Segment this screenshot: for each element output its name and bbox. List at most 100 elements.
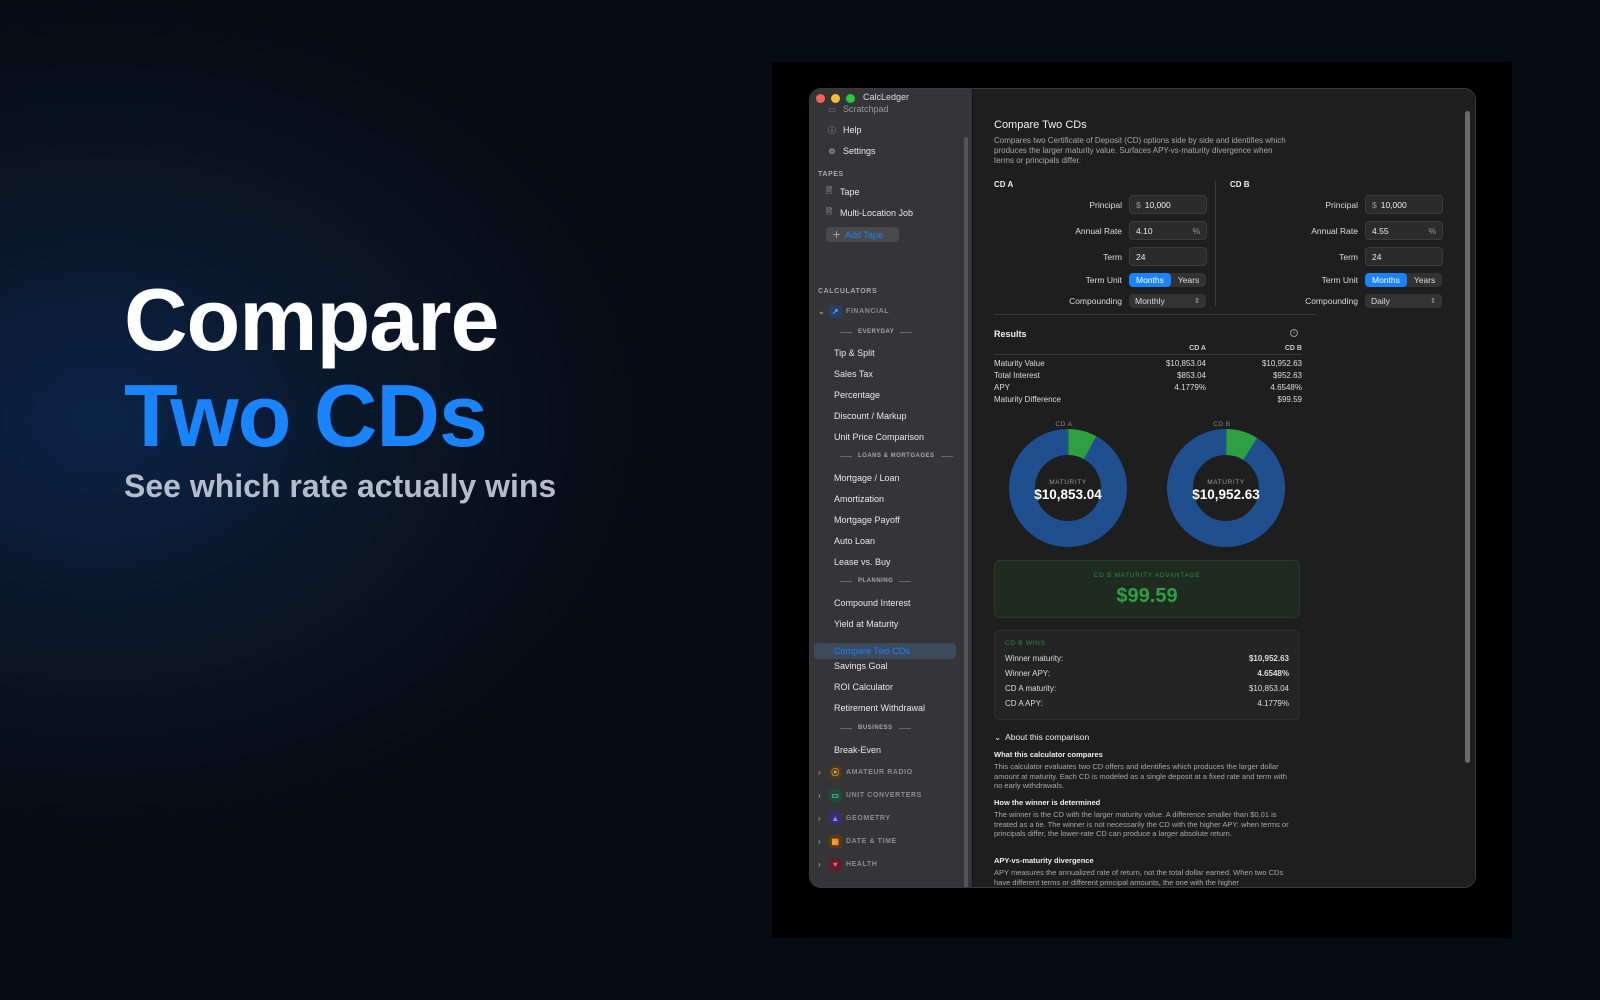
hero-tagline: See which rate actually wins [124, 468, 557, 504]
cd-b-rate-field[interactable]: 4.55% [1365, 221, 1443, 240]
about-heading-1: What this calculator compares [994, 750, 1103, 759]
sidebar-item-tip-split[interactable]: Tip & Split [834, 348, 875, 358]
sidebar-item-settings[interactable]: ⚙ Settings [827, 146, 875, 156]
group-health[interactable]: › ♥ HEALTH [818, 858, 877, 871]
cd-b-compounding-select[interactable]: Daily ⇕ [1365, 294, 1442, 308]
cd-a-term-field[interactable]: 24 [1129, 247, 1207, 266]
sidebar-item-amortization[interactable]: Amortization [834, 494, 884, 504]
scratchpad-icon: ▭ [828, 104, 836, 114]
winner-label: CD B WINS [1005, 640, 1046, 647]
list-item: Winner APY: 4.6548% [1005, 669, 1289, 678]
about-paragraph-2: The winner is the CD with the larger mat… [994, 810, 1289, 838]
cd-a-term-unit-segmented[interactable]: Months Years [1129, 273, 1207, 287]
cd-b-principal-field[interactable]: $10,000 [1365, 195, 1443, 214]
page-title: Compare Two CDs [994, 119, 1087, 131]
group-unit-converters[interactable]: › ▭ UNIT CONVERTERS [818, 789, 922, 802]
sidebar-item-break-even[interactable]: Break-Even [834, 745, 881, 755]
cd-b-rate-label: Annual Rate [1311, 226, 1358, 236]
sidebar-item-sales-tax[interactable]: Sales Tax [834, 369, 873, 379]
gear-icon: ⚙ [828, 146, 836, 156]
about-disclosure[interactable]: ⌄ About this comparison [994, 732, 1089, 743]
sidebar-item-discount-markup[interactable]: Discount / Markup [834, 411, 907, 421]
sidebar-item-unit-price[interactable]: Unit Price Comparison [834, 432, 924, 442]
content-scrollbar[interactable] [1465, 111, 1470, 763]
cd-b-compounding-label: Compounding [1305, 296, 1358, 306]
antenna-icon: ⦿ [829, 766, 842, 779]
sidebar-item-lease-vs-buy[interactable]: Lease vs. Buy [834, 557, 891, 567]
chevron-right-icon: › [818, 860, 822, 869]
ruler-icon: ▭ [829, 789, 842, 802]
list-item: CD A maturity: $10,853.04 [1005, 684, 1289, 693]
table-row: Maturity Difference $99.59 [994, 394, 1302, 404]
sidebar-scrollbar[interactable] [964, 137, 968, 887]
cd-a-compounding-select[interactable]: Monthly ⇕ [1129, 294, 1206, 308]
subheader-everyday: EVERYDAY [840, 329, 913, 335]
table-row: Maturity Value $10,853.04 $10,952.63 [994, 358, 1302, 368]
sidebar-item-percentage[interactable]: Percentage [834, 390, 880, 400]
cd-a-principal-field[interactable]: $10,000 [1129, 195, 1207, 214]
updown-chevron-icon: ⇕ [1194, 298, 1200, 305]
help-icon: ⓘ [828, 125, 836, 135]
results-header-row: CD A CD B [994, 343, 1302, 355]
chevron-down-icon: ⌄ [994, 732, 1002, 742]
section-divider [994, 314, 1316, 315]
sidebar-item-compound-interest[interactable]: Compound Interest [834, 598, 911, 608]
sidebar-item-roi-calculator[interactable]: ROI Calculator [834, 682, 893, 692]
cd-a-principal-label: Principal [1089, 200, 1122, 210]
document-icon: 🗎 [825, 207, 833, 216]
chart-icon: ↗ [829, 305, 842, 318]
sidebar-item-auto-loan[interactable]: Auto Loan [834, 536, 875, 546]
table-row: Total Interest $853.04 $952.63 [994, 370, 1302, 380]
sidebar-item-savings-goal[interactable]: Savings Goal [834, 661, 888, 671]
close-window-button[interactable] [816, 94, 825, 103]
sidebar-item-help[interactable]: ⓘ Help [827, 125, 862, 135]
cd-a-header: CD A [994, 180, 1014, 189]
main-content: Compare Two CDs Compares two Certificate… [974, 89, 1475, 887]
zoom-window-button[interactable] [846, 94, 855, 103]
cd-a-term-label: Term [1103, 252, 1122, 262]
advantage-label: CD B MATURITY ADVANTAGE [1093, 572, 1201, 579]
plus-icon: ＋ [832, 230, 842, 240]
chevron-right-icon: › [818, 837, 822, 846]
results-table: CD A CD B Maturity Value $10,853.04 $10,952… [994, 343, 1302, 405]
calculators-header: CALCULATORS [818, 288, 878, 295]
chevron-right-icon: › [818, 814, 822, 823]
sidebar-item-multi-location-job[interactable]: 🗎 Multi-Location Job [824, 207, 913, 218]
cd-a-months-option[interactable]: Months [1129, 273, 1171, 287]
group-date-time[interactable]: › ▦ DATE & TIME [818, 835, 897, 848]
sidebar-item-retirement-withdrawal[interactable]: Retirement Withdrawal [834, 703, 925, 713]
sidebar-item-compare-two-cds[interactable]: Compare Two CDs [834, 646, 910, 656]
sidebar-item-yield-at-maturity[interactable]: Yield at Maturity [834, 619, 898, 629]
cd-b-term-unit-segmented[interactable]: Months Years [1365, 273, 1443, 287]
group-amateur-radio[interactable]: › ⦿ AMATEUR RADIO [818, 766, 913, 779]
sidebar-item-tape[interactable]: 🗎 Tape [824, 186, 860, 197]
window-title: CalcLedger [863, 92, 910, 102]
group-geometry[interactable]: › ▲ GEOMETRY [818, 812, 891, 825]
cd-b-term-unit-label: Term Unit [1321, 275, 1358, 285]
info-icon[interactable]: i [1290, 329, 1298, 337]
about-paragraph-1: This calculator evaluates two CD offers … [994, 762, 1287, 790]
subheader-planning: PLANNING [840, 578, 912, 584]
group-financial[interactable]: ⌄ ↗ FINANCIAL [818, 305, 889, 318]
winner-card: CD B WINS Winner maturity: $10,952.63 Win… [994, 630, 1300, 720]
cd-column-divider [1215, 181, 1216, 306]
cd-a-years-option[interactable]: Years [1171, 273, 1206, 287]
hero-title-line2: Two CDs [124, 366, 488, 465]
sidebar-item-mortgage-payoff[interactable]: Mortgage Payoff [834, 515, 900, 525]
sidebar-item-scratchpad[interactable]: ▭ Scratchpad [827, 104, 888, 114]
cd-a-rate-field[interactable]: 4.10% [1129, 221, 1207, 240]
cd-b-years-option[interactable]: Years [1407, 273, 1442, 287]
minimize-window-button[interactable] [831, 94, 840, 103]
donut-b-center-value: $10,952.63 [1192, 487, 1260, 502]
page-description: Compares two Certificate of Deposit (CD)… [994, 136, 1286, 165]
cd-b-months-option[interactable]: Months [1365, 273, 1407, 287]
updown-chevron-icon: ⇕ [1430, 298, 1436, 305]
sidebar-item-mortgage-loan[interactable]: Mortgage / Loan [834, 473, 900, 483]
cd-b-term-field[interactable]: 24 [1365, 247, 1443, 266]
add-tape-button[interactable]: ＋ Add Tape [826, 227, 899, 242]
window-controls [816, 94, 855, 103]
about-heading-2: How the winner is determined [994, 798, 1101, 807]
hero-title-line1: Compare [124, 270, 499, 369]
calendar-icon: ▦ [829, 835, 842, 848]
maturity-advantage-card: CD B MATURITY ADVANTAGE $99.59 [994, 560, 1300, 618]
